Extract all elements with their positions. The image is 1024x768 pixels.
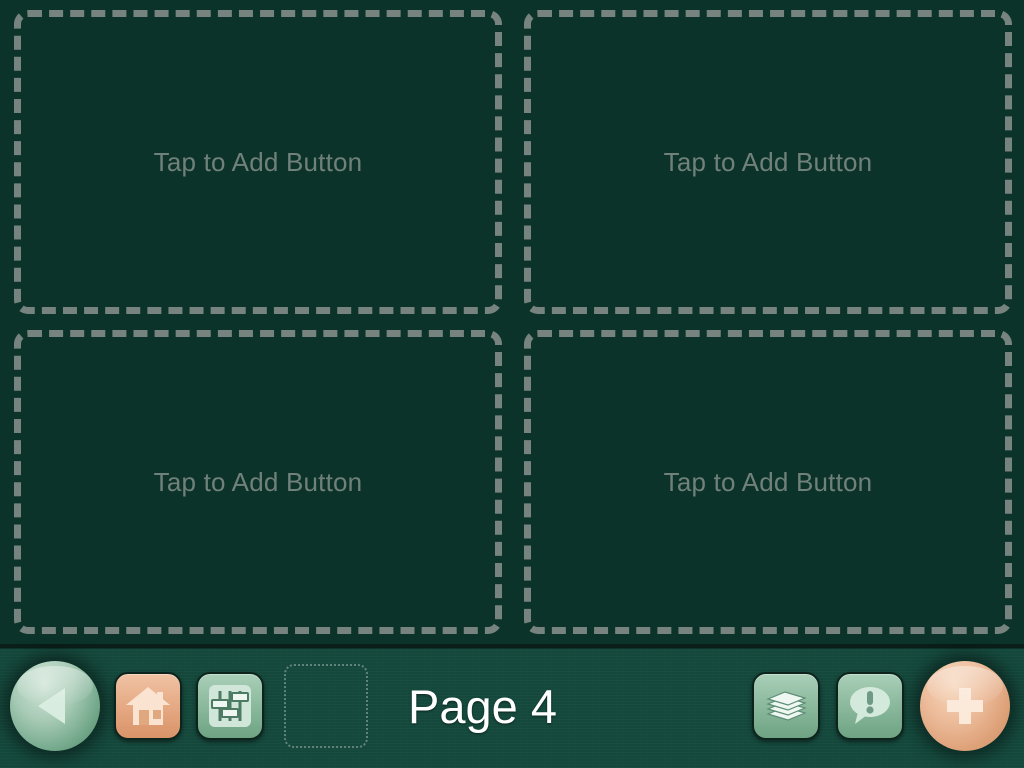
add-button-placeholder-label: Tap to Add Button xyxy=(663,466,873,497)
plus-icon xyxy=(947,688,983,724)
pages-button[interactable] xyxy=(752,672,820,740)
sliders-icon xyxy=(209,685,251,727)
add-button-placeholder-cell[interactable]: Tap to Add Button xyxy=(14,330,502,634)
bottom-toolbar: Page 4 xyxy=(0,644,1024,768)
add-button-placeholder-label: Tap to Add Button xyxy=(153,146,363,177)
speech-bubble-exclamation-icon xyxy=(850,687,890,724)
empty-slot-placeholder[interactable] xyxy=(284,664,368,748)
toolbar-right-group xyxy=(752,661,1010,751)
add-button-placeholder-label: Tap to Add Button xyxy=(663,146,873,177)
add-button[interactable] xyxy=(920,661,1010,751)
button-grid: Tap to Add Button Tap to Add Button Tap … xyxy=(0,0,1024,644)
home-button[interactable] xyxy=(114,672,182,740)
triangle-left-icon xyxy=(38,688,65,724)
add-button-placeholder-label: Tap to Add Button xyxy=(153,466,363,497)
toolbar-left-group: Page 4 xyxy=(10,661,557,751)
add-button-placeholder-cell[interactable]: Tap to Add Button xyxy=(14,10,502,314)
add-button-placeholder-cell[interactable]: Tap to Add Button xyxy=(524,330,1012,634)
page-stack-icon xyxy=(766,691,807,721)
add-button-placeholder-cell[interactable]: Tap to Add Button xyxy=(524,10,1012,314)
page-title: Page 4 xyxy=(408,679,557,733)
back-button[interactable] xyxy=(10,661,100,751)
alert-button[interactable] xyxy=(836,672,904,740)
house-icon xyxy=(126,687,170,725)
settings-button[interactable] xyxy=(196,672,264,740)
